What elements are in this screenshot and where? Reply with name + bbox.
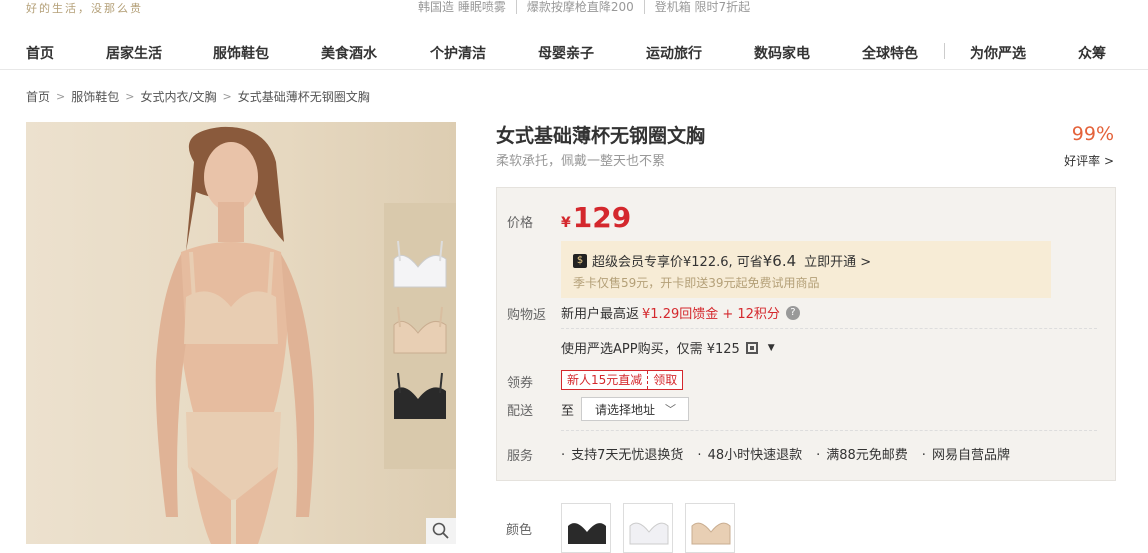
coupon-text: 新人15元直减 (567, 373, 643, 387)
nav-item-global[interactable]: 全球特色 (862, 43, 918, 63)
zoom-button[interactable] (426, 518, 456, 544)
service-item: 支持7天无忧退换货 (561, 444, 683, 463)
rebate-amount: ¥1.29回馈金 + 12积分 (642, 307, 780, 322)
breadcrumb-category[interactable]: 服饰鞋包 (71, 88, 119, 105)
color-thumbnail-strip (384, 203, 456, 469)
price-panel: 价格 ¥129 $ 超级会员专享价¥122.6, 可省 ¥6.4 立即开通 > … (496, 187, 1116, 481)
nav-item-home-living[interactable]: 居家生活 (106, 43, 162, 63)
color-swatch-nude[interactable] (685, 503, 735, 553)
rating-link[interactable]: 好评率 > (1064, 152, 1114, 169)
service-item: 网易自营品牌 (922, 444, 1010, 463)
vip-save-amount: ¥6.4 (762, 251, 797, 270)
service-label: 服务 (507, 449, 534, 464)
product-image-gallery[interactable] (26, 122, 456, 544)
chevron-right-icon: > (125, 90, 135, 103)
nav-item-crowdfunding[interactable]: 众筹 (1078, 43, 1106, 63)
nav-item-apparel[interactable]: 服饰鞋包 (213, 43, 269, 63)
promo-link[interactable]: 韩国造 睡眠喷雾 (418, 0, 517, 14)
ship-to-text: 至 (561, 404, 575, 419)
chevron-right-icon: > (56, 90, 66, 103)
coupon-tag[interactable]: 新人15元直减 领取 (561, 370, 684, 390)
vip-open-link[interactable]: 立即开通 > (804, 251, 871, 270)
help-icon[interactable]: ? (785, 305, 800, 320)
thumbnail-black[interactable] (384, 361, 456, 427)
thumbnail-white[interactable] (384, 229, 456, 295)
thumbnail-nude[interactable] (384, 295, 456, 361)
nav-item-digital[interactable]: 数码家电 (754, 43, 810, 63)
chevron-down-icon: ﹀ (665, 403, 676, 416)
address-select[interactable]: 请选择地址 ﹀ (581, 397, 689, 421)
nav-item-baby[interactable]: 母婴亲子 (538, 43, 594, 63)
rating-value: 99% (1071, 123, 1114, 145)
service-item: 48小时快速退款 (697, 444, 803, 463)
caret-down-icon: ▼ (767, 342, 775, 353)
color-swatch-white[interactable] (623, 503, 673, 553)
nav-item-picks[interactable]: 为你严选 (970, 43, 1026, 63)
nav-divider (944, 43, 945, 59)
promo-links: 韩国造 睡眠喷雾 爆款按摩枪直降200 登机箱 限时7折起 (418, 0, 760, 14)
nav-item-home[interactable]: 首页 (26, 43, 54, 63)
vip-badge-icon: $ (573, 253, 587, 268)
service-list: 支持7天无忧退换货 48小时快速退款 满88元免邮费 网易自营品牌 (561, 444, 1010, 463)
breadcrumb: 首页 > 服饰鞋包 > 女式内衣/文胸 > 女式基础薄杯无钢圈文胸 (26, 88, 370, 105)
coupon-claim-button[interactable]: 领取 (647, 371, 682, 389)
product-subtitle: 柔软承托，佩戴一整天也不累 (496, 154, 666, 169)
top-bar: 好的生活，没那么贵 韩国造 睡眠喷雾 爆款按摩枪直降200 登机箱 限时7折起 (0, 0, 1148, 16)
service-item: 满88元免邮费 (816, 444, 908, 463)
bra-nude-icon (393, 306, 447, 354)
vip-subtext: 季卡仅售59元，开卡即送39元起免费试用商品 (573, 276, 820, 290)
price-value: 129 (572, 201, 632, 234)
promo-link[interactable]: 爆款按摩枪直降200 (517, 0, 645, 14)
breadcrumb-home[interactable]: 首页 (26, 88, 50, 105)
divider (561, 328, 1097, 329)
bra-white-icon (629, 522, 669, 545)
site-slogan: 好的生活，没那么贵 (26, 2, 143, 15)
vip-price-text: 超级会员专享价¥122.6, 可省 (592, 255, 763, 270)
magnifier-icon (432, 522, 449, 539)
breadcrumb-subcategory[interactable]: 女式内衣/文胸 (140, 88, 216, 105)
nav-item-personal-care[interactable]: 个护清洁 (430, 43, 486, 63)
price: ¥129 (561, 201, 631, 234)
nav-item-food[interactable]: 美食酒水 (321, 43, 377, 63)
breadcrumb-current: 女式基础薄杯无钢圈文胸 (237, 90, 370, 104)
coupon-label: 领券 (507, 376, 534, 391)
rebate-label: 购物返 (507, 308, 547, 323)
bra-nude-icon (691, 522, 731, 545)
chevron-right-icon: > (222, 90, 232, 103)
qr-code-icon (745, 341, 758, 354)
bra-black-icon (568, 523, 606, 544)
bra-black-icon (394, 372, 446, 419)
price-label: 价格 (507, 216, 534, 231)
promo-link[interactable]: 登机箱 限时7折起 (645, 0, 760, 14)
color-swatch-black[interactable] (561, 503, 611, 553)
app-purchase-dropdown[interactable]: 使用严选APP购买，仅需 ¥125 ▼ (561, 338, 775, 357)
currency-symbol: ¥ (561, 215, 571, 231)
divider (561, 430, 1097, 431)
nav-item-sports[interactable]: 运动旅行 (646, 43, 702, 63)
address-placeholder: 请选择地址 (595, 402, 656, 417)
color-label: 颜色 (506, 523, 533, 538)
vip-promo-banner: $ 超级会员专享价¥122.6, 可省 ¥6.4 立即开通 > 季卡仅售59元，… (561, 241, 1051, 298)
shipping-label: 配送 (507, 404, 534, 419)
product-title: 女式基础薄杯无钢圈文胸 (496, 125, 706, 147)
rebate-info: 新用户最高返 ¥1.29回馈金 + 12积分 ? (561, 303, 800, 322)
bra-white-icon (393, 240, 447, 288)
main-nav: 首页 居家生活 服饰鞋包 美食酒水 个护清洁 母婴亲子 运动旅行 数码家电 全球… (0, 34, 1148, 70)
